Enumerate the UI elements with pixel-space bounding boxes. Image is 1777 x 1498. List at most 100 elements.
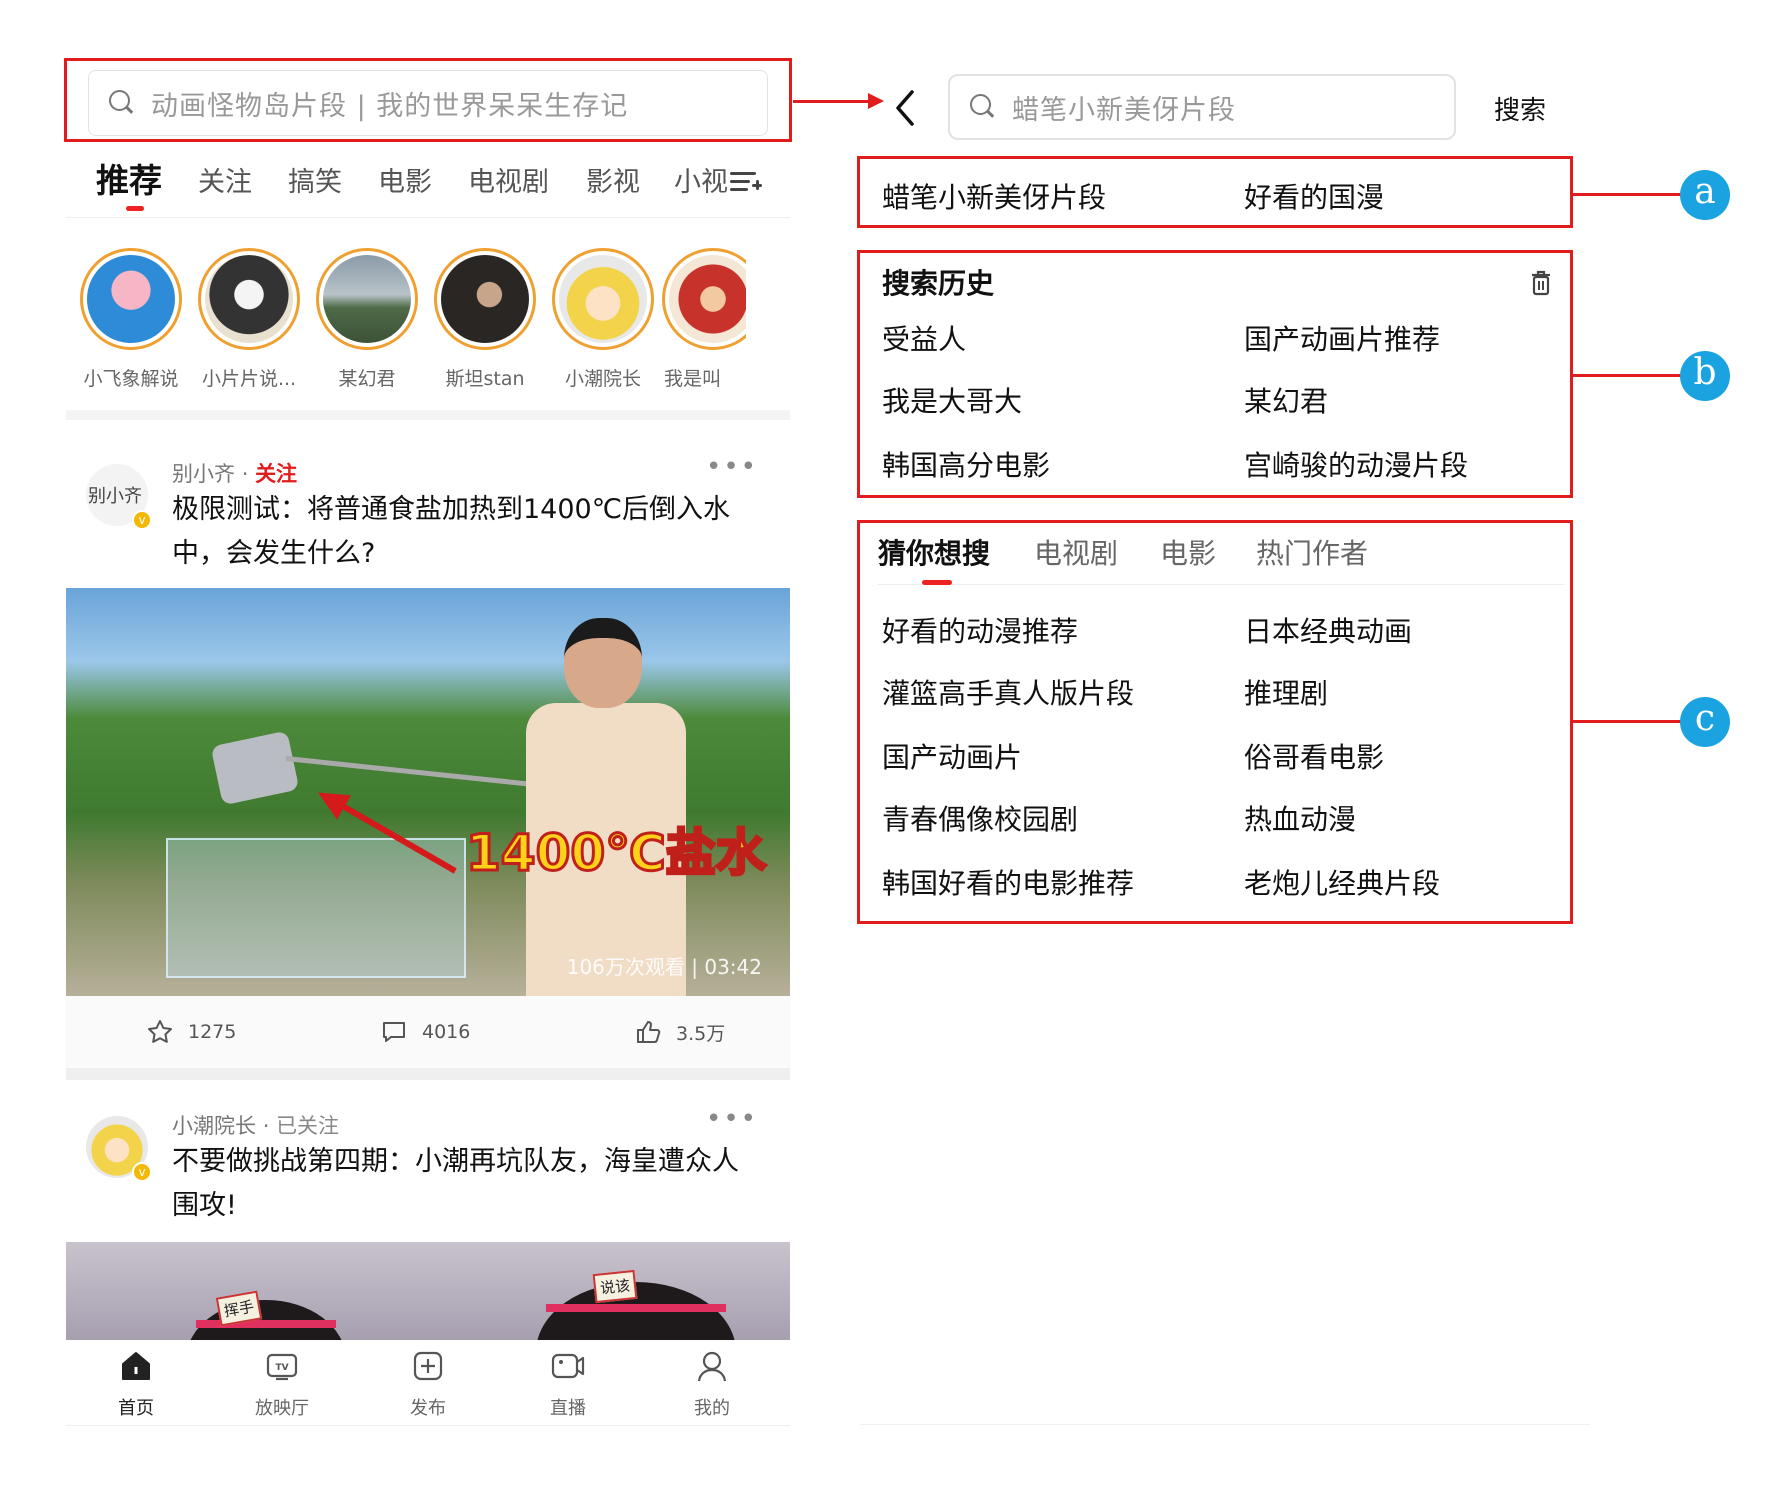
post-author-line: 小潮院长 · 已关注 bbox=[172, 1114, 340, 1138]
avatar bbox=[441, 255, 529, 343]
tab-guess[interactable]: 猜你想搜 bbox=[878, 532, 990, 572]
search-bar-highlight bbox=[64, 58, 792, 142]
like-button[interactable]: 3.5万 bbox=[634, 1018, 725, 1046]
tab-partial[interactable]: 小视 bbox=[674, 160, 728, 199]
nav-live[interactable]: 直播 bbox=[518, 1348, 618, 1420]
history-item[interactable]: 受益人 bbox=[882, 318, 966, 358]
post-title[interactable]: 不要做挑战第四期：小潮再坑队友，海皇遭众人围攻! bbox=[172, 1140, 762, 1228]
tab-tv[interactable]: 电视剧 bbox=[468, 160, 549, 199]
like-count: 3.5万 bbox=[676, 1022, 726, 1045]
avatar bbox=[559, 255, 647, 343]
avatar bbox=[323, 255, 411, 343]
history-item[interactable]: 宫崎骏的动漫片段 bbox=[1244, 444, 1468, 484]
tab-hot-authors[interactable]: 热门作者 bbox=[1256, 532, 1368, 572]
suggestion-item[interactable]: 蜡笔小新美伢片段 bbox=[882, 176, 1106, 216]
avatar[interactable]: v bbox=[86, 1116, 152, 1182]
nav-theater[interactable]: TV 放映厅 bbox=[232, 1348, 332, 1420]
guess-item[interactable]: 青春偶像校园剧 bbox=[882, 798, 1078, 838]
post-title[interactable]: 极限测试：将普通食盐加热到1400℃后倒入水中，会发生什么? bbox=[172, 488, 762, 576]
post-author-line: 别小齐 · 关注 bbox=[172, 462, 298, 486]
video-thumbnail[interactable]: 挥手 说该 bbox=[66, 1242, 790, 1340]
history-item[interactable]: 我是大哥大 bbox=[882, 380, 1022, 420]
nav-home[interactable]: 首页 bbox=[86, 1348, 186, 1420]
nav-me[interactable]: 我的 bbox=[662, 1348, 762, 1420]
tab-movies[interactable]: 电影 bbox=[1160, 532, 1216, 572]
back-arrow-icon[interactable] bbox=[890, 88, 920, 128]
following-item[interactable]: 小片片说... bbox=[184, 248, 314, 391]
history-item[interactable]: 某幻君 bbox=[1244, 380, 1328, 420]
post-actions: 1275 4016 3.5万 bbox=[66, 996, 790, 1068]
search-input[interactable]: 蜡笔小新美伢片段 bbox=[948, 74, 1456, 140]
following-item[interactable]: 斯坦stan bbox=[420, 248, 550, 391]
avatar[interactable]: 别小齐 v bbox=[86, 464, 152, 530]
guess-item[interactable]: 推理剧 bbox=[1244, 672, 1328, 712]
guess-item[interactable]: 热血动漫 bbox=[1244, 798, 1356, 838]
history-item[interactable]: 韩国高分电影 bbox=[882, 444, 1050, 484]
tab-movie[interactable]: 电影 bbox=[378, 160, 432, 199]
tab-funny[interactable]: 搞笑 bbox=[288, 160, 342, 199]
video-meta: 106万次观看 | 03:42 bbox=[566, 955, 762, 979]
search-icon bbox=[970, 94, 996, 120]
guess-item[interactable]: 韩国好看的电影推荐 bbox=[882, 862, 1134, 902]
search-query[interactable]: 蜡笔小新美伢片段 bbox=[1012, 88, 1236, 127]
callout-a: a bbox=[1680, 170, 1730, 220]
star-icon bbox=[148, 1020, 172, 1043]
avatar bbox=[205, 255, 293, 343]
comment-button[interactable]: 4016 bbox=[380, 1018, 470, 1046]
active-tab-indicator bbox=[126, 206, 144, 211]
avatar bbox=[87, 255, 175, 343]
more-icon[interactable]: ••• bbox=[706, 452, 758, 482]
home-screen: 动画怪物岛片段 | 我的世界呆呆生存记 推荐 关注 搞笑 电影 电视剧 影视 小… bbox=[66, 58, 790, 1426]
tv-icon: TV bbox=[266, 1353, 298, 1381]
tab-film[interactable]: 影视 bbox=[586, 160, 640, 199]
guess-item[interactable]: 国产动画片 bbox=[882, 736, 1022, 776]
callout-c: c bbox=[1680, 697, 1730, 747]
guess-item[interactable]: 日本经典动画 bbox=[1244, 610, 1412, 650]
more-icon[interactable]: ••• bbox=[706, 1104, 758, 1134]
guess-item[interactable]: 灌篮高手真人版片段 bbox=[882, 672, 1134, 712]
menu-add-icon[interactable] bbox=[730, 168, 762, 196]
svg-text:TV: TV bbox=[275, 1363, 288, 1373]
verified-badge: v bbox=[132, 510, 152, 530]
following-status[interactable]: 已关注 bbox=[276, 1114, 339, 1138]
following-item[interactable]: 某幻君 bbox=[302, 248, 432, 391]
following-item[interactable]: 小飞象解说 bbox=[66, 248, 196, 391]
star-button[interactable]: 1275 bbox=[146, 1018, 236, 1046]
following-item[interactable]: 我是叫 bbox=[656, 248, 746, 391]
follow-button[interactable]: 关注 bbox=[255, 462, 297, 486]
following-item[interactable]: 小潮院长 bbox=[538, 248, 668, 391]
active-tab-indicator bbox=[922, 580, 952, 585]
guess-item[interactable]: 俗哥看电影 bbox=[1244, 736, 1384, 776]
guess-item[interactable]: 老炮儿经典片段 bbox=[1244, 862, 1440, 902]
trash-icon[interactable] bbox=[1530, 270, 1552, 296]
post-author[interactable]: 别小齐 bbox=[172, 462, 235, 486]
tab-tv-series[interactable]: 电视剧 bbox=[1034, 532, 1118, 572]
nav-publish[interactable]: 发布 bbox=[378, 1348, 478, 1420]
home-icon bbox=[122, 1352, 150, 1380]
channel-tabs: 推荐 关注 搞笑 电影 电视剧 影视 小视 bbox=[66, 146, 790, 218]
bottom-navigation: 首页 TV 放映厅 发布 直播 我的 bbox=[66, 1340, 790, 1426]
guess-item[interactable]: 好看的动漫推荐 bbox=[882, 610, 1078, 650]
following-strip: 小飞象解说 小片片说... 某幻君 斯坦stan 小潮院长 我是叫 bbox=[66, 220, 790, 420]
thumbs-up-icon bbox=[637, 1021, 661, 1043]
suggestion-item[interactable]: 好看的国漫 bbox=[1244, 176, 1384, 216]
user-icon bbox=[697, 1351, 727, 1382]
history-item[interactable]: 国产动画片推荐 bbox=[1244, 318, 1440, 358]
video-caption: 1400℃盐水 bbox=[465, 823, 768, 884]
tab-recommend[interactable]: 推荐 bbox=[96, 154, 162, 202]
verified-badge: v bbox=[132, 1162, 152, 1182]
head-card: 说该 bbox=[592, 1269, 638, 1304]
history-title: 搜索历史 bbox=[882, 267, 995, 300]
plus-icon bbox=[413, 1351, 443, 1381]
camera-icon bbox=[551, 1353, 585, 1379]
post-author[interactable]: 小潮院长 bbox=[172, 1114, 256, 1138]
video-thumbnail[interactable]: 1400℃盐水 106万次观看 | 03:42 bbox=[66, 588, 790, 996]
star-count: 1275 bbox=[188, 1021, 237, 1043]
annotation-arrow bbox=[793, 100, 873, 103]
search-button[interactable]: 搜索 bbox=[1494, 90, 1546, 127]
comment-count: 4016 bbox=[422, 1021, 471, 1043]
tab-follow[interactable]: 关注 bbox=[198, 160, 252, 199]
callout-b: b bbox=[1680, 351, 1730, 401]
comment-icon bbox=[383, 1022, 405, 1042]
avatar bbox=[669, 255, 746, 343]
